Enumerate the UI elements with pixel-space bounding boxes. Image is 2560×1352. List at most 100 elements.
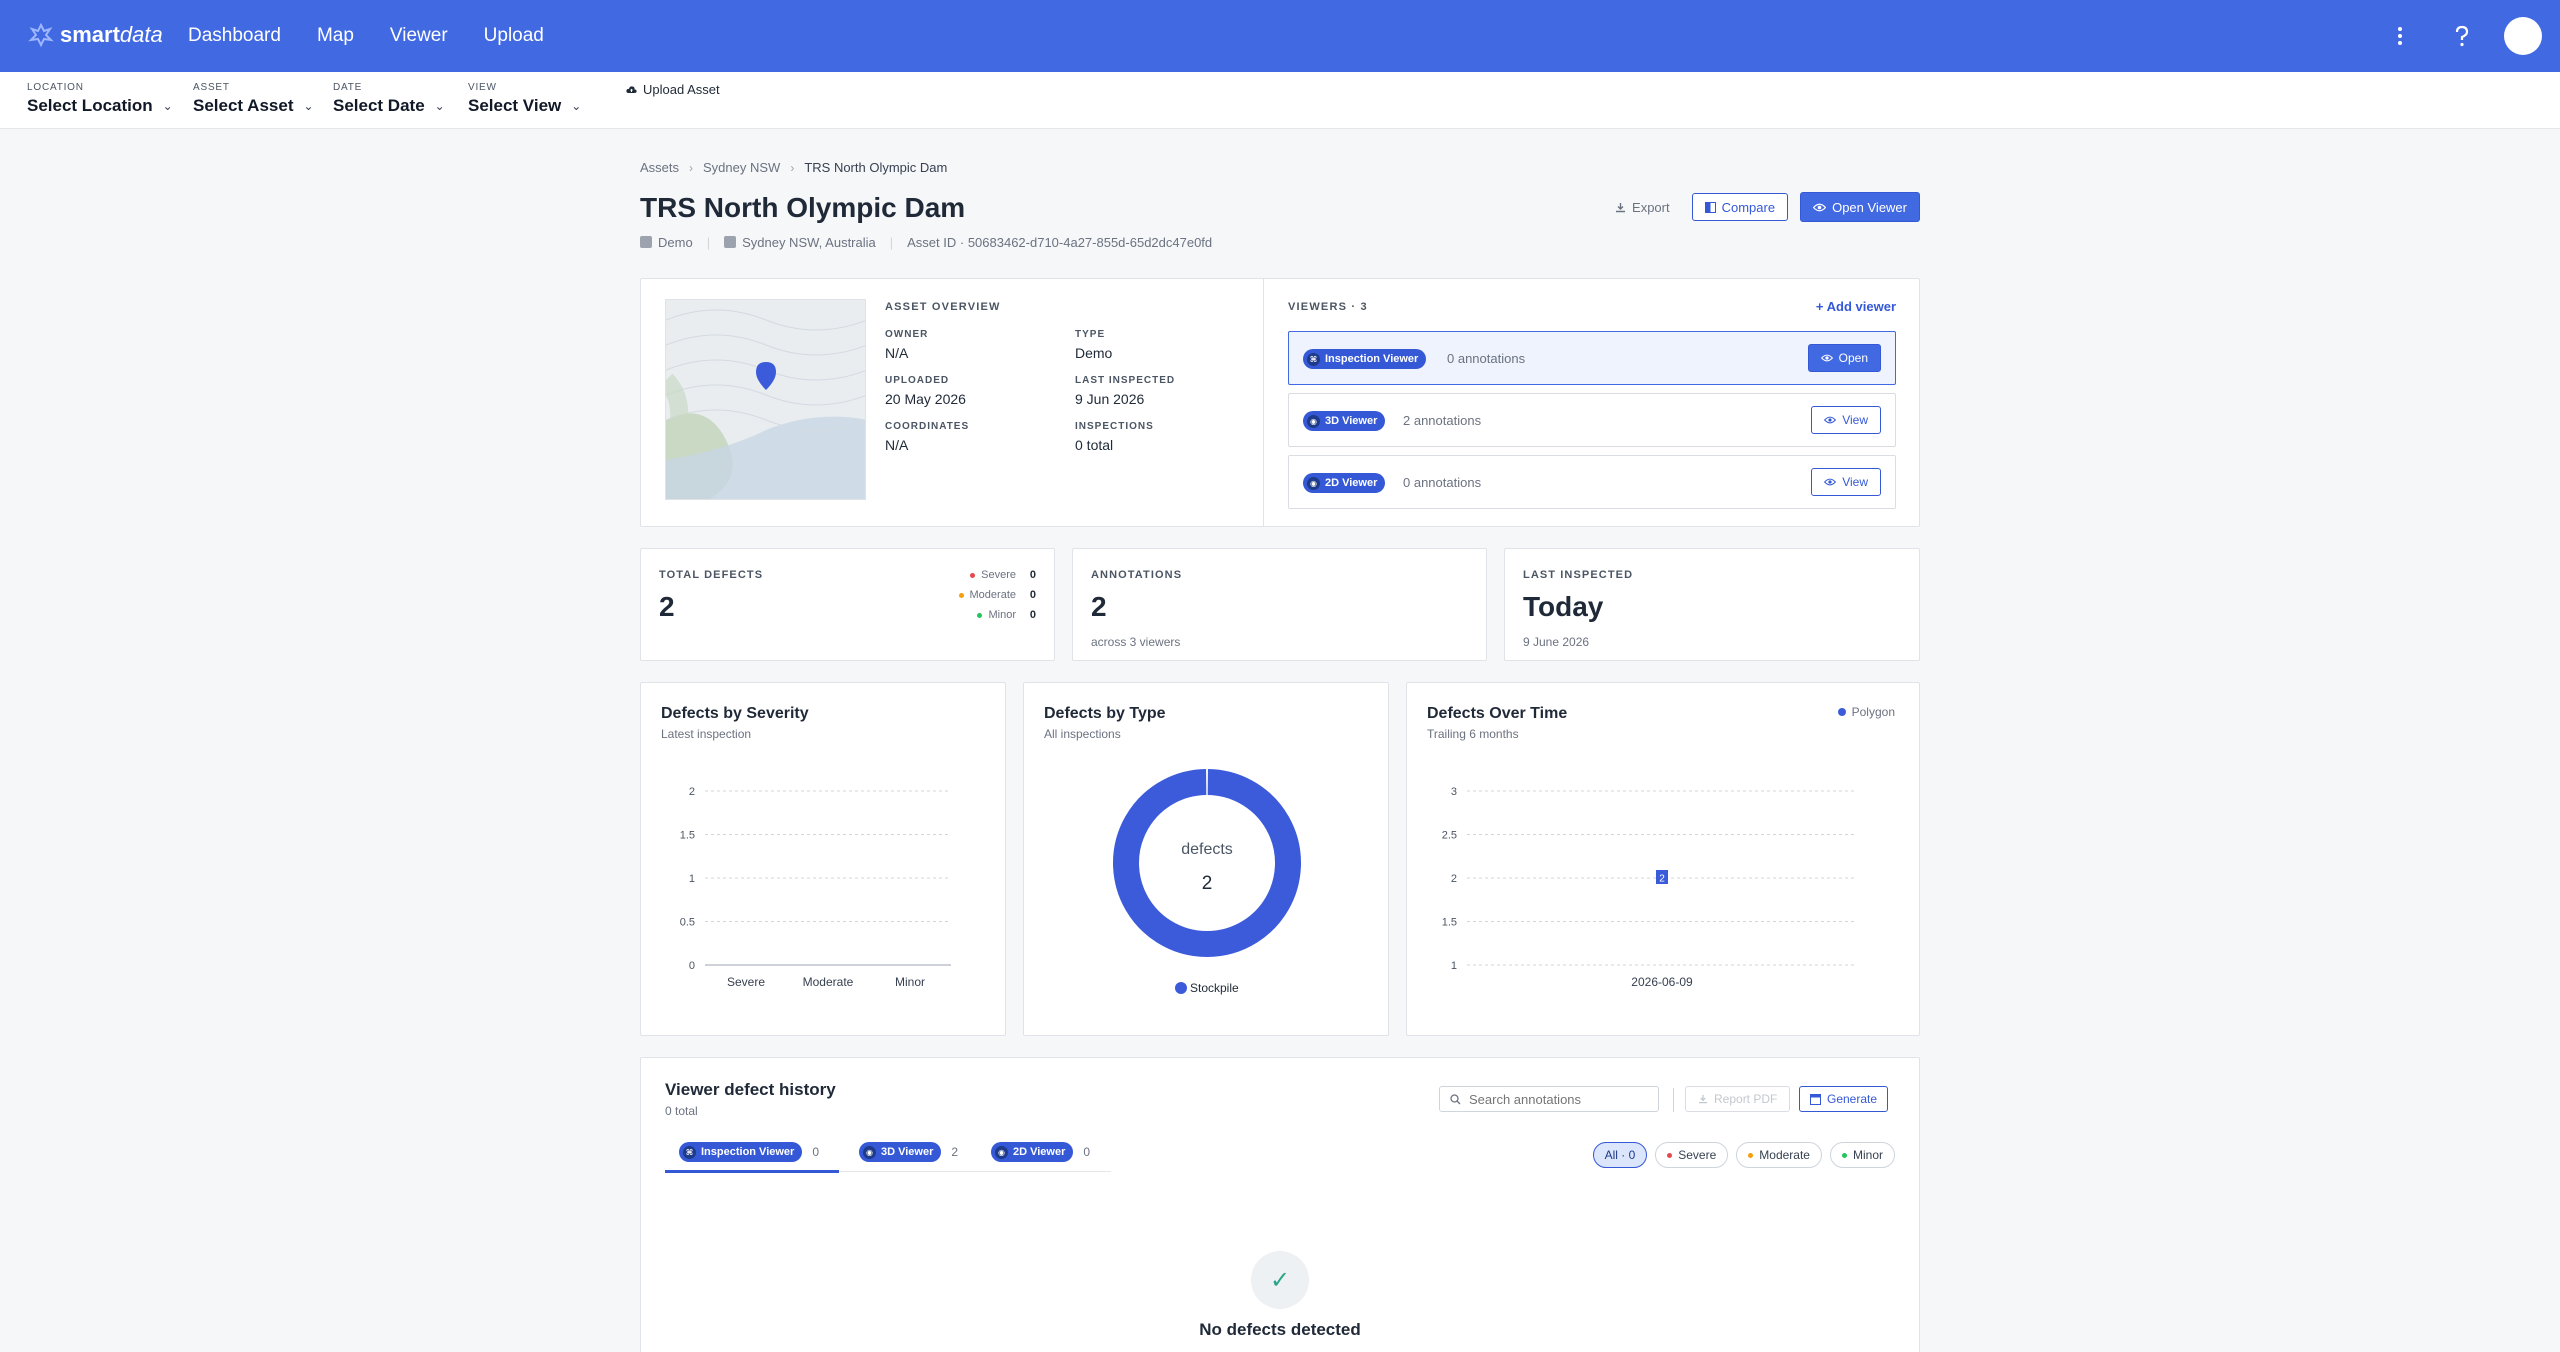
minor-dot: [977, 612, 983, 618]
more-vertical-icon[interactable]: [2380, 16, 2420, 56]
field-key: LAST INSPECTED: [1075, 375, 1176, 386]
logo-text: smartdata: [60, 22, 163, 47]
date-value: Select Date: [333, 96, 425, 115]
viewer-badge: ◉ 2D Viewer: [1303, 473, 1386, 493]
logo[interactable]: smartdata: [28, 22, 163, 48]
field-key: INSPECTIONS: [1075, 421, 1154, 432]
field-value: N/A: [885, 437, 909, 453]
location-value: Select Location: [27, 96, 153, 115]
stat-label: ANNOTATIONS: [1091, 569, 1183, 581]
breadcrumb-location[interactable]: Sydney NSW: [703, 160, 780, 175]
breadcrumb-current: TRS North Olympic Dam: [804, 160, 948, 175]
upload-asset-button[interactable]: Upload Asset: [626, 82, 720, 97]
field-value: N/A: [885, 345, 909, 361]
asset-selector[interactable]: ASSET Select Asset ⌄: [193, 82, 314, 116]
filter-label: Severe: [1678, 1148, 1717, 1162]
export-button[interactable]: Export: [1605, 193, 1680, 221]
eye-icon: [1824, 478, 1837, 486]
filter-minor[interactable]: Minor: [1829, 1142, 1895, 1168]
nav-viewer[interactable]: Viewer: [390, 25, 448, 47]
field-value: 0 total: [1075, 437, 1114, 453]
history-subtitle: 0 total: [665, 1104, 698, 1118]
document-icon: [1810, 1093, 1821, 1105]
asset-overview-card: ASSET OVERVIEW OWNER N/A TYPE Demo UPLOADE…: [640, 278, 1920, 527]
breadcrumb-assets[interactable]: Assets: [640, 160, 679, 175]
divider: |: [706, 235, 711, 250]
legend-label: Stockpile: [1190, 981, 1239, 995]
viewer-annotation-count: 2 annotations: [1403, 413, 1482, 428]
annotations-card: ANNOTATIONS 2 across 3 viewers: [1072, 548, 1487, 661]
viewer-row-inspection[interactable]: ⌘ Inspection Viewer 0 annotations Open: [1288, 331, 1896, 385]
severity-severe: Severe 0: [970, 569, 1036, 581]
help-icon[interactable]: [2442, 16, 2482, 56]
view-value: Select View: [468, 96, 562, 115]
generate-button[interactable]: Generate: [1799, 1086, 1889, 1112]
search-annotations[interactable]: [1439, 1086, 1659, 1112]
stat-sub: across 3 viewers: [1091, 635, 1181, 649]
open-viewer-label: Open Viewer: [1832, 199, 1907, 215]
viewer-view-button[interactable]: View: [1811, 468, 1881, 496]
viewer-name: 3D Viewer: [1325, 415, 1378, 427]
severity-count: 0: [1029, 569, 1036, 581]
viewer-annotation-count: 0 annotations: [1403, 475, 1482, 490]
donut-center-label: defects: [1181, 841, 1233, 858]
y-tick-label: 2: [1451, 873, 1457, 885]
report-pdf-label: Report PDF: [1714, 1092, 1778, 1106]
filter-moderate[interactable]: Moderate: [1736, 1142, 1822, 1168]
minor-dot: [1841, 1152, 1847, 1158]
nav-upload[interactable]: Upload: [484, 25, 544, 47]
tab-2d-viewer[interactable]: ◉ 2D Viewer 0: [991, 1142, 1090, 1172]
location-icon: [724, 236, 737, 248]
tab-3d-viewer[interactable]: ◉ 3D Viewer 2: [859, 1142, 958, 1172]
view-selector[interactable]: VIEW Select View ⌄: [468, 82, 581, 116]
download-icon: [1698, 1094, 1708, 1104]
overview-fields: OWNER N/A TYPE Demo UPLOADED 20 May 2026 LA…: [885, 329, 1265, 453]
add-viewer-button[interactable]: + Add viewer: [1816, 299, 1896, 314]
viewer-open-button[interactable]: Open: [1807, 344, 1881, 372]
chevron-down-icon: ⌄: [303, 99, 314, 113]
empty-state-text: No defects detected: [1199, 1320, 1361, 1339]
asset-map-thumbnail[interactable]: [665, 299, 866, 500]
search-icon: [1450, 1093, 1461, 1104]
date-selector[interactable]: DATE Select Date ⌄: [333, 82, 445, 116]
viewer-row-2d[interactable]: ◉ 2D Viewer 0 annotations View: [1288, 455, 1896, 509]
search-input[interactable]: [1469, 1091, 1639, 1107]
asset-location: Sydney NSW, Australia: [724, 235, 876, 250]
severity-count: 0: [1029, 589, 1036, 601]
eye-icon: [1820, 354, 1833, 362]
header-actions: Export Compare Open Viewer: [1605, 192, 1920, 222]
nav-map[interactable]: Map: [317, 25, 354, 47]
filter-all[interactable]: All · 0: [1592, 1142, 1648, 1168]
asset-location-text: Sydney NSW, Australia: [742, 235, 876, 250]
tab-count: 0: [1083, 1145, 1091, 1159]
y-tick-label: 1: [1451, 960, 1457, 972]
map-pin-icon: [756, 362, 776, 390]
severity-count: 0: [1029, 609, 1036, 621]
compare-icon: [1704, 201, 1716, 213]
tab-inspection-viewer[interactable]: ⌘ Inspection Viewer 0: [679, 1142, 819, 1172]
field-value: 9 Jun 2026: [1075, 391, 1145, 407]
stat-value: 2: [1091, 591, 1107, 622]
x-tick-label: Moderate: [803, 975, 854, 989]
eye-icon: ◉: [1307, 414, 1320, 428]
nav-dashboard[interactable]: Dashboard: [188, 25, 281, 47]
viewer-badge: ◉ 3D Viewer: [1303, 411, 1386, 431]
asset-type-text: Demo: [658, 235, 693, 250]
viewer-view-button[interactable]: View: [1811, 406, 1881, 434]
eye-icon: [1813, 203, 1827, 211]
location-selector[interactable]: LOCATION Select Location ⌄: [27, 82, 173, 116]
asset-id: Asset ID · 50683462-d710-4a27-855d-65d2d…: [907, 235, 1213, 250]
filter-severe[interactable]: Severe: [1655, 1142, 1729, 1168]
viewer-row-3d[interactable]: ◉ 3D Viewer 2 annotations View: [1288, 393, 1896, 447]
tab-label: Inspection Viewer: [701, 1146, 795, 1158]
breadcrumb: Assets › Sydney NSW › TRS North Olympic …: [640, 160, 947, 175]
open-viewer-button[interactable]: Open Viewer: [1800, 192, 1920, 222]
scan-icon: ⌘: [683, 1145, 696, 1159]
date-label: DATE: [333, 82, 363, 93]
avatar[interactable]: [2504, 17, 2542, 55]
compare-button[interactable]: Compare: [1691, 193, 1789, 221]
type-donut-chart: defects 2 Stockpile: [1113, 769, 1301, 995]
report-pdf-button[interactable]: Report PDF: [1685, 1086, 1791, 1112]
asset-label: ASSET: [193, 82, 230, 93]
y-tick-label: 0: [689, 960, 695, 972]
